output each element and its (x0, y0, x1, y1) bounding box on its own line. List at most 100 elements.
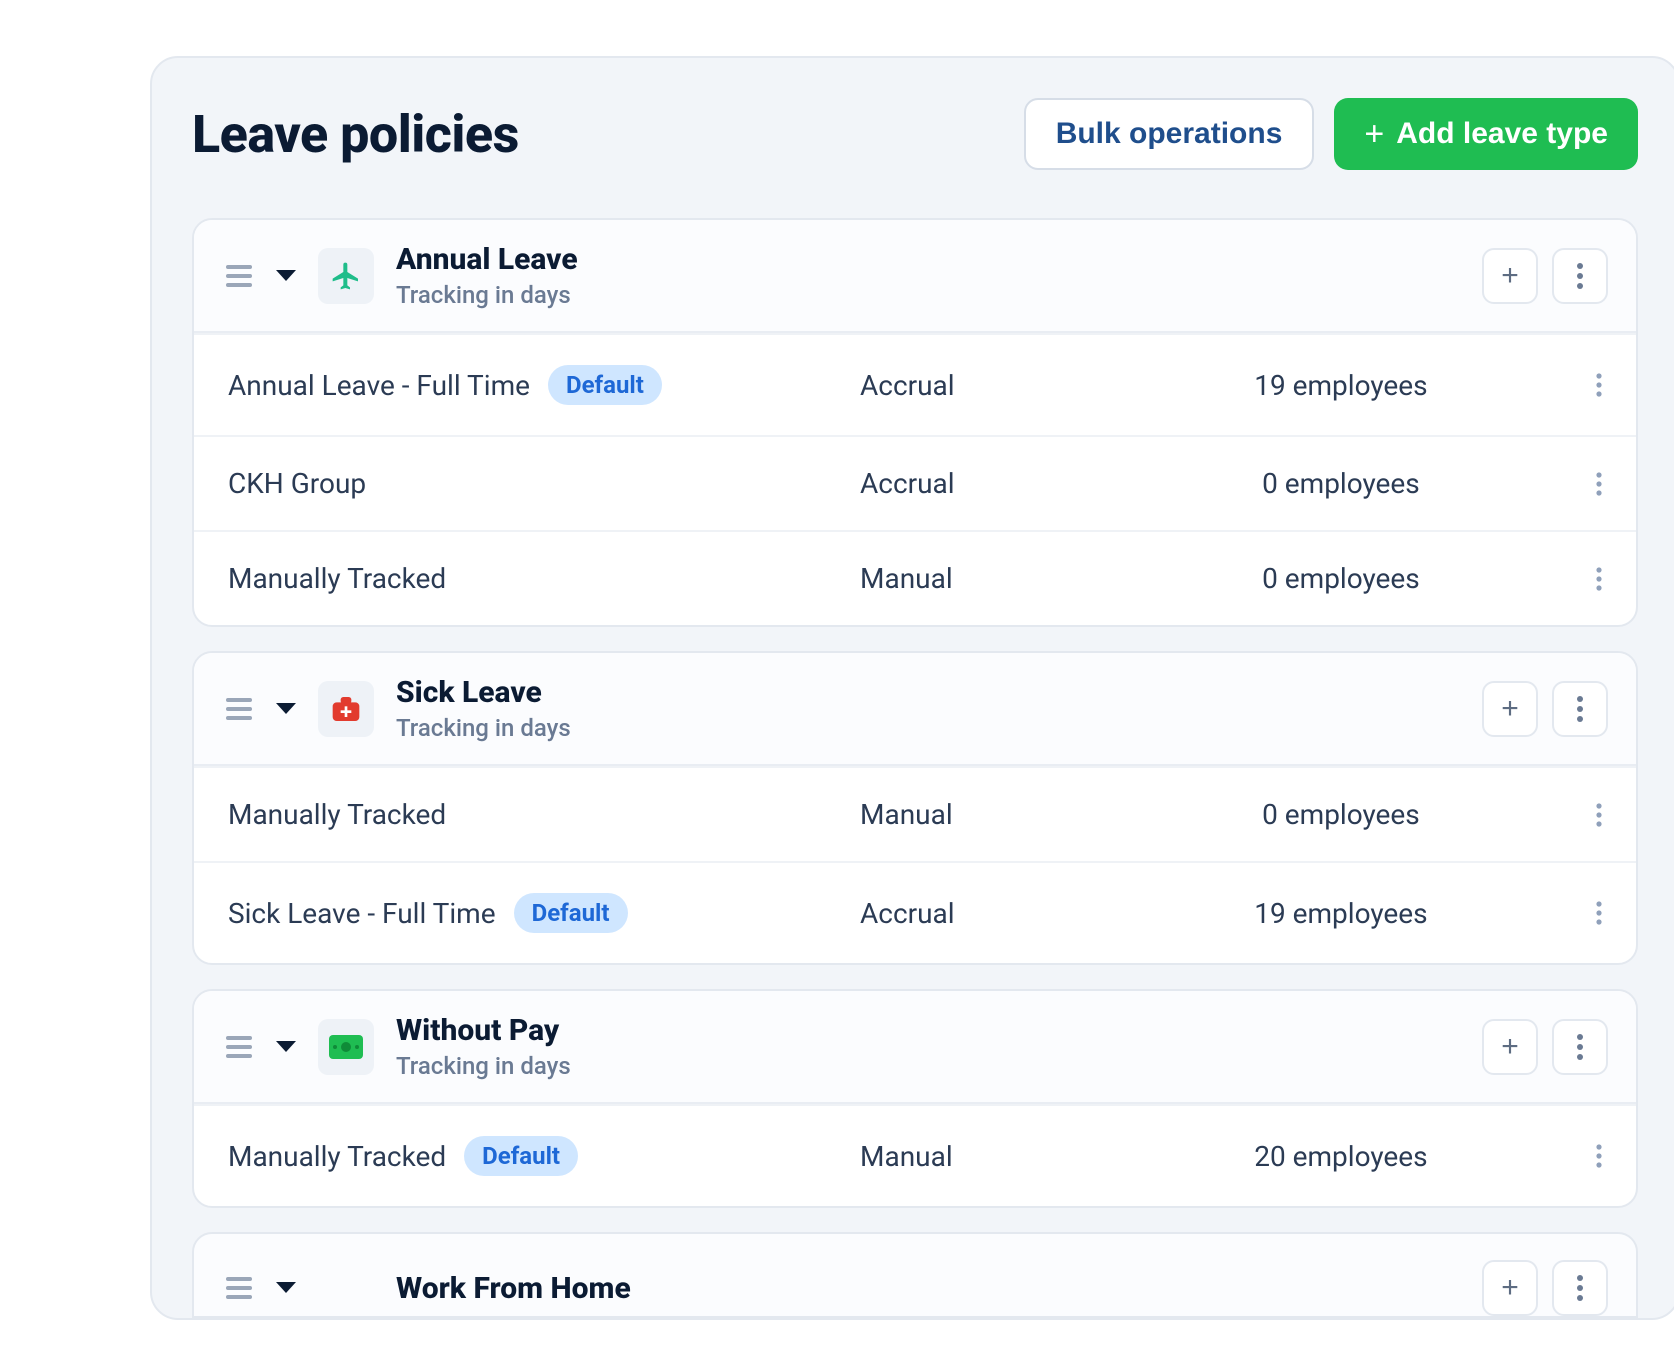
policy-name: Sick Leave - Full Time (228, 897, 496, 930)
more-icon (1596, 803, 1602, 827)
bulk-operations-label: Bulk operations (1056, 117, 1283, 151)
policy-mode: Manual (860, 562, 1162, 595)
policy-employees: 20 employees (1162, 1140, 1519, 1173)
group-actions: + (1482, 248, 1608, 304)
drag-handle-icon[interactable] (222, 1030, 256, 1064)
policy-mode: Accrual (860, 369, 1162, 402)
policy-name: Annual Leave - Full Time (228, 369, 530, 402)
policy-mode: Manual (860, 1140, 1162, 1173)
group-menu-button[interactable] (1552, 681, 1608, 737)
add-policy-button[interactable]: + (1482, 681, 1538, 737)
policy-row[interactable]: CKH Group Accrual 0 employees (194, 435, 1636, 530)
drag-handle-icon[interactable] (222, 259, 256, 293)
row-menu-button[interactable] (1520, 1144, 1602, 1168)
policy-name: Manually Tracked (228, 798, 446, 831)
leave-policies-panel: Leave policies Bulk operations + Add lea… (150, 56, 1674, 1320)
row-menu-button[interactable] (1520, 803, 1602, 827)
policy-name: CKH Group (228, 467, 366, 500)
drag-handle-icon[interactable] (222, 692, 256, 726)
policy-employees: 0 employees (1162, 562, 1519, 595)
group-header-without-pay: Without Pay Tracking in days + (194, 991, 1636, 1104)
policy-mode: Manual (860, 798, 1162, 831)
policy-name-cell: CKH Group (228, 467, 860, 500)
row-menu-button[interactable] (1520, 901, 1602, 925)
row-menu-button[interactable] (1520, 567, 1602, 591)
leave-type-group-wfh: Work From Home + (192, 1232, 1638, 1318)
group-menu-button[interactable] (1552, 248, 1608, 304)
policy-name-cell: Annual Leave - Full Time Default (228, 365, 860, 405)
more-icon (1577, 696, 1583, 722)
more-icon (1596, 472, 1602, 496)
group-header-sick: Sick Leave Tracking in days + (194, 653, 1636, 766)
policy-employees: 0 employees (1162, 467, 1519, 500)
policy-row[interactable]: Manually Tracked Default Manual 20 emplo… (194, 1104, 1636, 1206)
plus-icon: + (1501, 1271, 1519, 1305)
policy-row[interactable]: Annual Leave - Full Time Default Accrual… (194, 333, 1636, 435)
leave-type-group-sick: Sick Leave Tracking in days + Manually T… (192, 651, 1638, 965)
group-title: Sick Leave (396, 675, 1482, 710)
plane-icon (318, 248, 374, 304)
group-actions: + (1482, 1260, 1608, 1316)
chevron-down-icon[interactable] (272, 262, 300, 290)
policy-name-cell: Manually Tracked Default (228, 1136, 860, 1176)
policy-name-cell: Manually Tracked (228, 562, 860, 595)
row-menu-button[interactable] (1520, 472, 1602, 496)
group-title: Without Pay (396, 1013, 1482, 1048)
leave-type-group-without-pay: Without Pay Tracking in days + Manually … (192, 989, 1638, 1208)
group-menu-button[interactable] (1552, 1019, 1608, 1075)
policy-row[interactable]: Manually Tracked Manual 0 employees (194, 766, 1636, 861)
add-policy-button[interactable]: + (1482, 248, 1538, 304)
plus-icon: + (1501, 692, 1519, 726)
default-badge: Default (514, 893, 628, 933)
policy-name-cell: Sick Leave - Full Time Default (228, 893, 860, 933)
group-title-wrap: Work From Home (396, 1271, 1482, 1306)
page-title: Leave policies (192, 104, 519, 165)
policy-name-cell: Manually Tracked (228, 798, 860, 831)
more-icon (1577, 1275, 1583, 1301)
add-policy-button[interactable]: + (1482, 1260, 1538, 1316)
group-actions: + (1482, 1019, 1608, 1075)
policy-employees: 0 employees (1162, 798, 1519, 831)
plus-icon: + (1364, 117, 1384, 151)
group-menu-button[interactable] (1552, 1260, 1608, 1316)
group-actions: + (1482, 681, 1608, 737)
group-title: Annual Leave (396, 242, 1482, 277)
group-title-wrap: Annual Leave Tracking in days (396, 242, 1482, 309)
policy-row[interactable]: Manually Tracked Manual 0 employees (194, 530, 1636, 625)
policy-name: Manually Tracked (228, 562, 446, 595)
default-badge: Default (464, 1136, 578, 1176)
add-policy-button[interactable]: + (1482, 1019, 1538, 1075)
panel-header: Leave policies Bulk operations + Add lea… (192, 98, 1638, 170)
group-title: Work From Home (396, 1271, 1482, 1306)
bulk-operations-button[interactable]: Bulk operations (1024, 98, 1315, 170)
policy-name: Manually Tracked (228, 1140, 446, 1173)
cash-icon (318, 1019, 374, 1075)
more-icon (1596, 1144, 1602, 1168)
more-icon (1596, 567, 1602, 591)
policy-mode: Accrual (860, 897, 1162, 930)
add-leave-type-button[interactable]: + Add leave type (1334, 98, 1638, 170)
chevron-down-icon[interactable] (272, 1274, 300, 1302)
default-badge: Default (548, 365, 662, 405)
group-header-annual: Annual Leave Tracking in days + (194, 220, 1636, 333)
medkit-icon (318, 681, 374, 737)
chevron-down-icon[interactable] (272, 695, 300, 723)
chevron-down-icon[interactable] (272, 1033, 300, 1061)
group-subtitle: Tracking in days (396, 714, 1482, 742)
add-leave-type-label: Add leave type (1396, 117, 1608, 151)
more-icon (1577, 263, 1583, 289)
more-icon (1577, 1034, 1583, 1060)
plus-icon: + (1501, 259, 1519, 293)
group-title-wrap: Without Pay Tracking in days (396, 1013, 1482, 1080)
plus-icon: + (1501, 1030, 1519, 1064)
group-title-wrap: Sick Leave Tracking in days (396, 675, 1482, 742)
leave-type-group-annual: Annual Leave Tracking in days + Annual L… (192, 218, 1638, 627)
header-actions: Bulk operations + Add leave type (1024, 98, 1638, 170)
policy-employees: 19 employees (1162, 369, 1519, 402)
group-header-wfh: Work From Home + (194, 1234, 1636, 1316)
policy-mode: Accrual (860, 467, 1162, 500)
policy-row[interactable]: Sick Leave - Full Time Default Accrual 1… (194, 861, 1636, 963)
policy-employees: 19 employees (1162, 897, 1519, 930)
row-menu-button[interactable] (1520, 373, 1602, 397)
drag-handle-icon[interactable] (222, 1271, 256, 1305)
